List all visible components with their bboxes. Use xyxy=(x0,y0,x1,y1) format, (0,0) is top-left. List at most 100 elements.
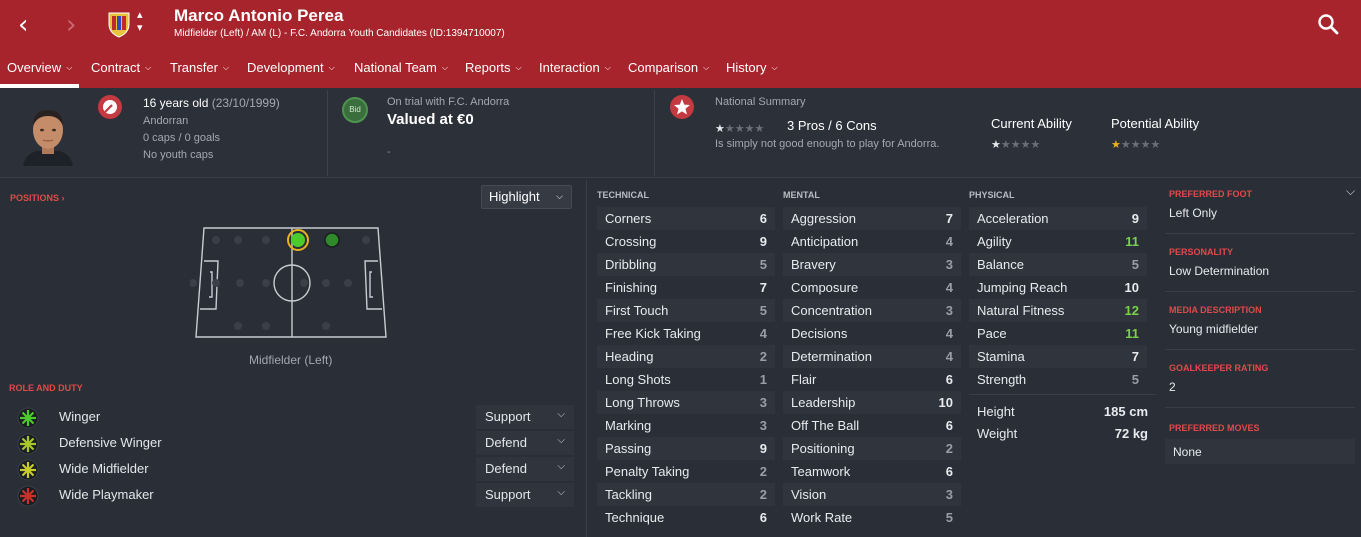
attribute-value: 4 xyxy=(945,234,953,249)
attribute-name: Teamwork xyxy=(791,464,851,479)
attribute-row[interactable]: Free Kick Taking 4 xyxy=(597,322,775,345)
attribute-row[interactable]: Stamina 7 xyxy=(969,345,1147,368)
duty-dropdown[interactable]: Defend ⌵ xyxy=(476,431,574,455)
player-name: Marco Antonio Perea xyxy=(174,6,344,25)
attribute-row[interactable]: Long Throws 3 xyxy=(597,391,775,414)
chevron-right-icon[interactable]: › xyxy=(66,12,92,38)
divider xyxy=(1165,291,1355,292)
current-ability-label: Current Ability xyxy=(991,116,1072,131)
role-name: Wide Midfielder xyxy=(59,461,149,476)
attribute-row[interactable]: Jumping Reach 10 xyxy=(969,276,1147,299)
attribute-row[interactable]: Long Shots 1 xyxy=(597,368,775,391)
attribute-row[interactable]: Decisions 4 xyxy=(783,322,961,345)
player-value: Valued at €0 xyxy=(387,111,474,128)
player-caps: 0 caps / 0 goals xyxy=(143,132,221,144)
bid-icon[interactable]: Bid xyxy=(342,97,368,123)
highlight-dropdown[interactable]: Highlight ⌵ xyxy=(481,185,572,209)
national-note: Is simply not good enough to play for An… xyxy=(715,138,940,150)
attribute-name: Marking xyxy=(605,418,652,433)
attribute-row[interactable]: Balance 5 xyxy=(969,253,1147,276)
attribute-name: Vision xyxy=(791,487,827,502)
player-subtitle: Midfielder (Left) / AM (L) - F.C. Andorr… xyxy=(174,28,505,39)
duty-dropdown[interactable]: Defend ⌵ xyxy=(476,457,574,481)
collapse-chevron-icon[interactable]: ⌵ xyxy=(1346,184,1355,199)
attribute-row[interactable]: Flair 6 xyxy=(783,368,961,391)
attribute-row[interactable]: Determination 4 xyxy=(783,345,961,368)
attribute-name: First Touch xyxy=(605,303,669,318)
attribute-row[interactable]: Strength 5 xyxy=(969,368,1147,391)
attribute-row[interactable]: Off The Ball 6 xyxy=(783,414,961,437)
duty-dropdown[interactable]: Support ⌵ xyxy=(476,405,574,429)
attribute-value: 6 xyxy=(945,418,953,433)
attribute-row[interactable]: Leadership 10 xyxy=(783,391,961,414)
role-row-wide-midfielder[interactable]: Wide Midfielder Defend ⌵ xyxy=(15,457,575,481)
attribute-row[interactable]: Crossing 9 xyxy=(597,230,775,253)
attribute-row[interactable]: Natural Fitness 12 xyxy=(969,299,1147,322)
attribute-value: 5 xyxy=(1131,372,1139,387)
attribute-row[interactable]: Technique 6 xyxy=(597,506,775,529)
attribute-name: Composure xyxy=(791,280,859,295)
attribute-name: Free Kick Taking xyxy=(605,326,701,341)
chevron-down-icon: ⌵ xyxy=(703,63,710,72)
attribute-name: Natural Fitness xyxy=(977,303,1065,318)
attribute-value: 3 xyxy=(759,418,767,433)
preferred-moves-title: PREFERRED MOVES xyxy=(1169,423,1260,433)
attribute-name: Crossing xyxy=(605,234,657,249)
attribute-row[interactable]: Concentration 3 xyxy=(783,299,961,322)
tab-interaction[interactable]: Interaction ⌵ xyxy=(539,52,611,88)
tab-reports[interactable]: Reports ⌵ xyxy=(465,52,522,88)
attribute-row[interactable]: Composure 4 xyxy=(783,276,961,299)
attribute-row[interactable]: Anticipation 4 xyxy=(783,230,961,253)
attribute-row[interactable]: Heading 2 xyxy=(597,345,775,368)
tab-transfer[interactable]: Transfer ⌵ xyxy=(170,52,229,88)
tab-overview[interactable]: Overview ⌵ xyxy=(0,52,80,88)
role-row-defensive-winger[interactable]: Defensive Winger Defend ⌵ xyxy=(15,431,575,455)
attribute-value: 3 xyxy=(945,487,953,502)
attribute-value: 6 xyxy=(945,372,953,387)
attribute-row[interactable]: Acceleration 9 xyxy=(969,207,1147,230)
attribute-value: 5 xyxy=(759,303,767,318)
attribute-row[interactable]: Marking 3 xyxy=(597,414,775,437)
attribute-value: 10 xyxy=(1124,280,1139,295)
crest-toggle-icon[interactable]: ▴ ▾ xyxy=(137,8,151,34)
attribute-value: 10 xyxy=(938,395,953,410)
attribute-row[interactable]: Dribbling 5 xyxy=(597,253,775,276)
attribute-row[interactable]: Corners 6 xyxy=(597,207,775,230)
duty-dropdown[interactable]: Support ⌵ xyxy=(476,483,574,507)
role-row-winger[interactable]: Winger Support ⌵ xyxy=(15,405,575,429)
chevron-down-icon: ⌵ xyxy=(556,192,563,202)
preferred-foot-value: Left Only xyxy=(1169,206,1218,220)
tab-comparison[interactable]: Comparison ⌵ xyxy=(628,52,709,88)
attribute-name: Pace xyxy=(977,326,1007,341)
tab-development[interactable]: Development ⌵ xyxy=(247,52,335,88)
selected-position-label: Midfielder (Left) xyxy=(249,353,333,367)
role-row-wide-playmaker[interactable]: Wide Playmaker Support ⌵ xyxy=(15,483,575,507)
divider xyxy=(1165,233,1355,234)
attribute-value: 12 xyxy=(1124,303,1139,318)
attribute-row[interactable]: Pace 11 xyxy=(969,322,1147,345)
attribute-value: 9 xyxy=(759,441,767,456)
chevron-down-icon: ⌵ xyxy=(145,63,152,72)
chevron-left-icon[interactable]: ‹ xyxy=(18,12,44,38)
player-face-image xyxy=(19,102,77,166)
attribute-row[interactable]: Positioning 2 xyxy=(783,437,961,460)
attribute-row[interactable]: Vision 3 xyxy=(783,483,961,506)
attribute-row[interactable]: Teamwork 6 xyxy=(783,460,961,483)
role-duty-title: ROLE AND DUTY xyxy=(9,383,83,393)
attribute-row[interactable]: Tackling 2 xyxy=(597,483,775,506)
search-icon[interactable] xyxy=(1317,13,1339,35)
tab-contract[interactable]: Contract ⌵ xyxy=(91,52,151,88)
attribute-row[interactable]: Aggression 7 xyxy=(783,207,961,230)
attribute-row[interactable]: Finishing 7 xyxy=(597,276,775,299)
attribute-row[interactable]: Work Rate 5 xyxy=(783,506,961,529)
attribute-row[interactable]: Bravery 3 xyxy=(783,253,961,276)
tab-history[interactable]: History ⌵ xyxy=(726,52,778,88)
attribute-row[interactable]: Agility 11 xyxy=(969,230,1147,253)
club-crest-icon[interactable] xyxy=(106,10,132,38)
attribute-row[interactable]: Passing 9 xyxy=(597,437,775,460)
potential-ability-label: Potential Ability xyxy=(1111,116,1200,131)
attribute-row[interactable]: First Touch 5 xyxy=(597,299,775,322)
tab-national-team[interactable]: National Team ⌵ xyxy=(354,52,448,88)
attribute-row[interactable]: Penalty Taking 2 xyxy=(597,460,775,483)
positions-link[interactable]: POSITIONS › xyxy=(10,193,65,203)
